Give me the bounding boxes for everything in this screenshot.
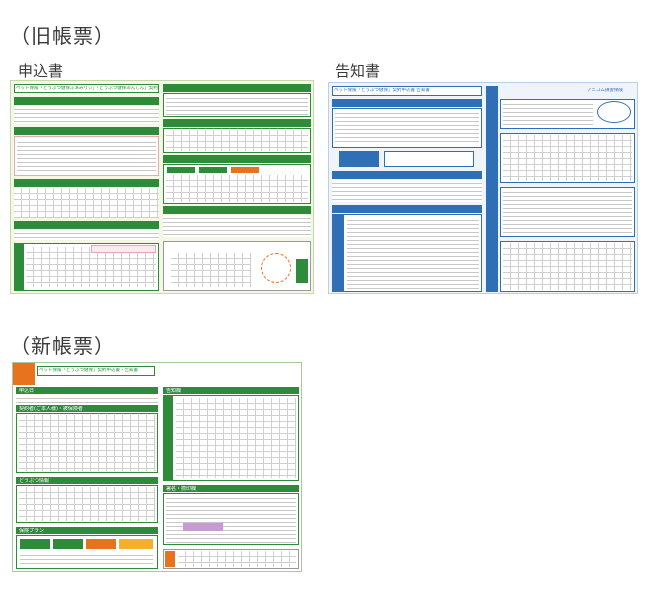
application-form-label: 申込書 <box>18 62 64 80</box>
new-forms-heading: （新帳票） <box>10 334 115 358</box>
new-form-image: ペット保険「どうぶつ健保」契約申込書・告知書 申込日 契約者(ご本人様)・被保険… <box>12 362 302 572</box>
application-form-image: ペット保険「どうぶつ健保ふぁみりぃ」「どうぶつ健保あんしん」契約申込書 <box>10 80 314 294</box>
notice-form-image: ペット保険「どうぶつ健保」契約申込書 告知書 アニコム損害保険 <box>328 82 638 294</box>
old-forms-heading: （旧帳票） <box>10 24 115 48</box>
new-form-section-3: どうぶつ情報 <box>19 478 50 484</box>
notice-form-label: 告知書 <box>335 62 381 80</box>
new-form-section-4: 保険プラン <box>19 528 45 534</box>
new-form-section-2: 契約者(ご本人様)・被保険者 <box>19 406 83 412</box>
new-form-title: ペット保険「どうぶつ健保」契約申込書・告知書 <box>39 368 138 373</box>
new-form-section-6: 署名・捺印欄 <box>166 486 197 492</box>
notice-form-title: ペット保険「どうぶつ健保」契約申込書 告知書 <box>334 88 430 93</box>
new-form-section-5: 告知欄 <box>166 388 182 394</box>
notice-form-company: アニコム損害保険 <box>587 88 623 93</box>
new-form-section-1: 申込日 <box>19 388 35 394</box>
application-form-title: ペット保険「どうぶつ健保ふぁみりぃ」「どうぶつ健保あんしん」契約申込書 <box>16 86 158 91</box>
